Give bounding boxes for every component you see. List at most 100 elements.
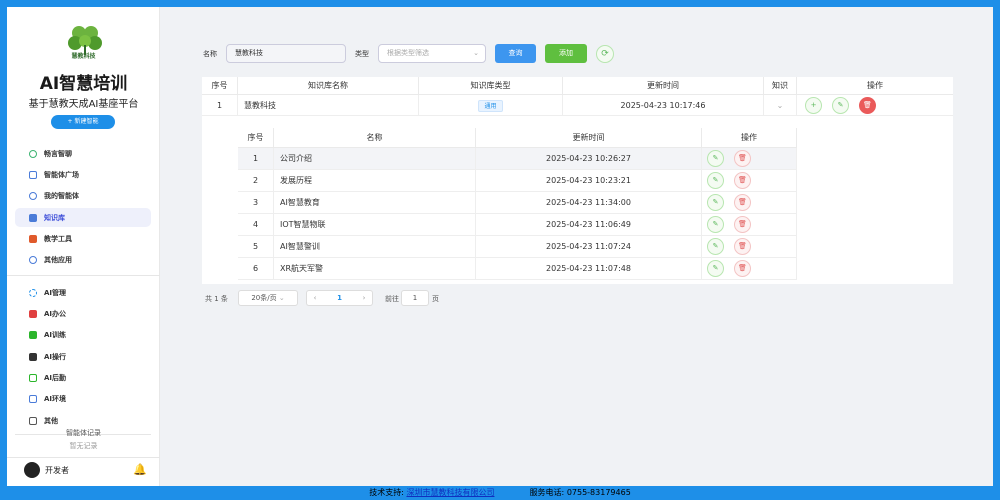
expand-chevron-icon[interactable]: ⌄ bbox=[764, 95, 797, 116]
new-agent-button[interactable]: + 新建智能 bbox=[51, 115, 115, 129]
nav-item-teaching-tools[interactable]: 教学工具 bbox=[15, 229, 151, 248]
user-divider bbox=[7, 457, 160, 458]
add-document-button[interactable]: + bbox=[805, 97, 822, 114]
row-index: 1 bbox=[202, 95, 238, 116]
settings-icon bbox=[29, 288, 37, 297]
goto-label: 前往 bbox=[385, 295, 399, 303]
nav-label: AI环境 bbox=[44, 394, 67, 403]
sub-row-index: 5 bbox=[238, 236, 274, 258]
type-select-placeholder: 根据类型筛选 bbox=[387, 49, 429, 57]
col-header-name: 知识库名称 bbox=[238, 77, 419, 95]
col-header-updated: 更新时间 bbox=[563, 77, 764, 95]
company-link[interactable]: 深圳市慧教科技有限公司 bbox=[406, 488, 494, 497]
type-tag: 通用 bbox=[478, 100, 503, 112]
row-name: 慧教科技 bbox=[238, 95, 419, 116]
nav-item-ai-training[interactable]: AI训练 bbox=[15, 325, 151, 344]
nav-item-ai-management[interactable]: AI管理 bbox=[15, 283, 151, 302]
nav-label: AI办公 bbox=[44, 309, 67, 318]
sub-row-name: 公司介绍 bbox=[274, 148, 476, 170]
delete-icon[interactable]: 🗑 bbox=[859, 97, 876, 114]
records-empty: 暂无记录 bbox=[69, 442, 98, 450]
edit-icon[interactable]: ✎ bbox=[832, 97, 849, 114]
row-type-cell: 通用 bbox=[419, 95, 563, 116]
sub-row-index: 4 bbox=[238, 214, 274, 236]
chevron-down-icon: ⌄ bbox=[473, 49, 479, 57]
nav-label: 其他应用 bbox=[44, 255, 72, 264]
delete-icon[interactable]: 🗑 bbox=[734, 194, 751, 211]
sub-row-index: 6 bbox=[238, 258, 274, 280]
current-page[interactable]: 1 bbox=[323, 290, 356, 306]
type-select[interactable]: 根据类型筛选 ⌄ bbox=[378, 44, 486, 63]
prev-page-icon[interactable]: ‹ bbox=[306, 290, 323, 306]
sub-row-name: XR航天军警 bbox=[274, 258, 476, 280]
col-header-actions: 操作 bbox=[797, 77, 953, 95]
nav-label: 其他 bbox=[44, 416, 58, 425]
col-header-knowledge: 知识 bbox=[764, 77, 797, 95]
sidebar: 慧教科技 AI智慧培训 基于慧教天成AI基座平台 + 新建智能 畅言智聊 智能体… bbox=[7, 7, 160, 486]
sub-col-header-index: 序号 bbox=[238, 128, 274, 148]
sub-row-name: AI智慧教育 bbox=[274, 192, 476, 214]
delete-icon[interactable]: 🗑 bbox=[734, 150, 751, 167]
col-header-type: 知识库类型 bbox=[419, 77, 563, 95]
goto-input[interactable]: 1 bbox=[401, 290, 429, 306]
sub-col-header-actions: 操作 bbox=[702, 128, 797, 148]
edit-icon[interactable]: ✎ bbox=[707, 150, 724, 167]
main-content: 名称 慧教科技 类型 根据类型筛选 ⌄ 查询 添加 ⟳ 序号 知识库名称 知识库… bbox=[160, 7, 993, 486]
footer: 技术支持: 深圳市慧教科技有限公司 服务电话: 0755-83179465 bbox=[0, 486, 1000, 500]
sub-row-index: 1 bbox=[238, 148, 274, 170]
phone-number: 0755-83179465 bbox=[566, 488, 631, 497]
edit-icon[interactable]: ✎ bbox=[707, 194, 724, 211]
sub-row-index: 2 bbox=[238, 170, 274, 192]
edit-icon[interactable]: ✎ bbox=[707, 260, 724, 277]
sub-row-actions: ✎ 🗑 bbox=[702, 258, 797, 280]
sub-row-actions: ✎ 🗑 bbox=[702, 236, 797, 258]
sub-row-updated: 2025-04-23 10:23:21 bbox=[476, 170, 702, 192]
nav-label: 教学工具 bbox=[44, 234, 72, 243]
delete-icon[interactable]: 🗑 bbox=[734, 172, 751, 189]
query-button[interactable]: 查询 bbox=[495, 44, 536, 63]
environment-icon bbox=[29, 394, 37, 403]
nav-item-ai-logistics[interactable]: AI后勤 bbox=[15, 368, 151, 387]
type-label: 类型 bbox=[355, 50, 369, 58]
nav-item-chat[interactable]: 畅言智聊 bbox=[15, 144, 151, 163]
delete-icon[interactable]: 🗑 bbox=[734, 260, 751, 277]
briefcase-icon bbox=[29, 309, 37, 318]
bell-icon[interactable]: 🔔 bbox=[133, 463, 147, 476]
powerpoint-icon bbox=[29, 234, 37, 243]
page-size-select[interactable]: 20条/页 ⌄ bbox=[238, 290, 298, 306]
more-grid-icon bbox=[29, 416, 37, 425]
sub-row-updated: 2025-04-23 11:34:00 bbox=[476, 192, 702, 214]
edit-icon[interactable]: ✎ bbox=[707, 238, 724, 255]
phone-label: 服务电话: bbox=[529, 488, 565, 497]
edit-icon[interactable]: ✎ bbox=[707, 216, 724, 233]
apps-icon bbox=[29, 255, 37, 264]
nav-label: 我的智能体 bbox=[44, 191, 79, 200]
app-title: AI智慧培训 bbox=[39, 74, 128, 94]
nav-divider bbox=[7, 275, 160, 276]
edit-icon[interactable]: ✎ bbox=[707, 172, 724, 189]
delete-icon[interactable]: 🗑 bbox=[734, 238, 751, 255]
nav-label: 智能体广场 bbox=[44, 170, 79, 179]
next-page-icon[interactable]: › bbox=[356, 290, 373, 306]
refresh-icon[interactable]: ⟳ bbox=[596, 45, 614, 63]
sub-row-name: AI智慧警训 bbox=[274, 236, 476, 258]
grid-icon bbox=[29, 170, 37, 179]
user-name: 开发者 bbox=[45, 465, 69, 475]
nav-item-agent-square[interactable]: 智能体广场 bbox=[15, 165, 151, 184]
nav-item-ai-environment[interactable]: AI环境 bbox=[15, 389, 151, 408]
nav-item-ai-conduct[interactable]: AI操行 bbox=[15, 347, 151, 366]
delete-icon[interactable]: 🗑 bbox=[734, 216, 751, 233]
nav-item-ai-office[interactable]: AI办公 bbox=[15, 304, 151, 323]
logo-icon bbox=[68, 26, 102, 55]
chat-icon bbox=[29, 149, 37, 158]
nav-item-other-apps[interactable]: 其他应用 bbox=[15, 250, 151, 269]
nav-label: AI操行 bbox=[44, 352, 67, 361]
total-count: 共 1 条 bbox=[205, 295, 228, 303]
sub-col-header-updated: 更新时间 bbox=[476, 128, 702, 148]
name-input[interactable]: 慧教科技 bbox=[226, 44, 346, 63]
nav-item-knowledge-base[interactable]: 知识库 bbox=[15, 208, 151, 227]
nav-item-my-agents[interactable]: 我的智能体 bbox=[15, 186, 151, 205]
add-button[interactable]: 添加 bbox=[545, 44, 587, 63]
user-profile[interactable]: 开发者 bbox=[24, 462, 69, 478]
sub-row-actions: ✎ 🗑 bbox=[702, 192, 797, 214]
